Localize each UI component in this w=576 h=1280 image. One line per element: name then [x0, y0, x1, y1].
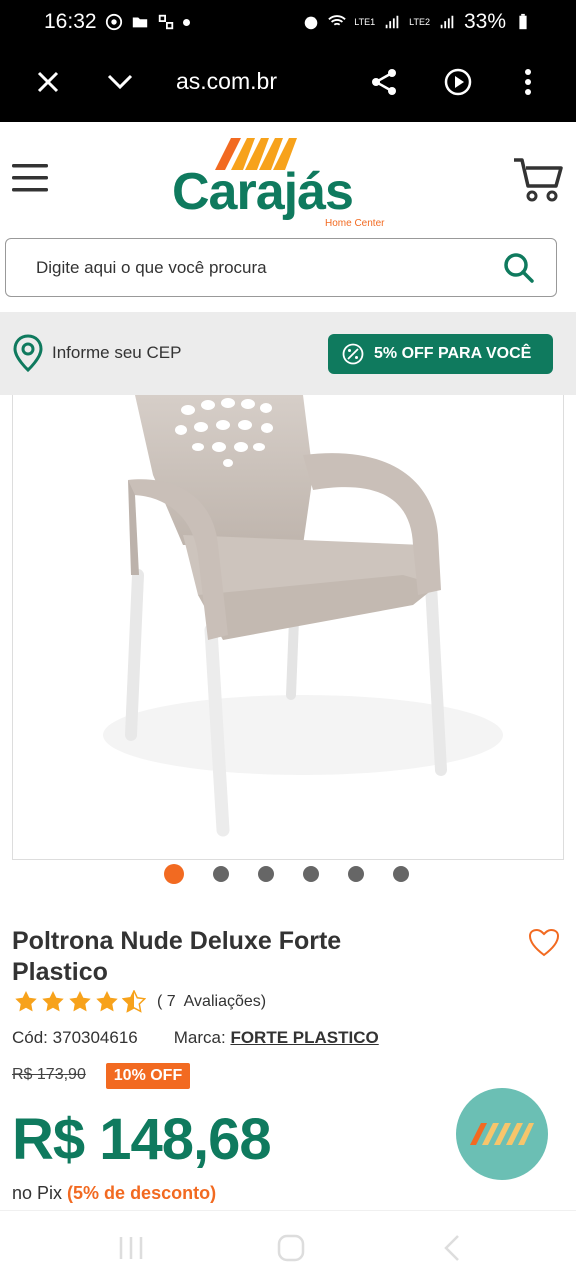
chevron-down-icon	[107, 74, 133, 90]
battery-icon	[519, 13, 527, 30]
search-box	[5, 238, 557, 297]
battery-percent: 33%	[463, 10, 506, 33]
brand-name: Carajás	[172, 163, 354, 221]
browser-toolbar: as.com.br	[0, 44, 576, 122]
carousel-dot-1[interactable]	[164, 864, 184, 884]
product-rating[interactable]: ( 7 Avaliações)	[14, 990, 266, 1014]
more-vert-icon	[525, 69, 531, 95]
carousel-dots	[164, 864, 438, 884]
recent-apps-icon[interactable]	[116, 1233, 146, 1263]
star-full-icon	[42, 991, 64, 1012]
discount-icon	[342, 343, 364, 365]
location-pin-icon	[13, 334, 43, 372]
cep-bar: Informe seu CEP 5% OFF PARA VOCÊ	[0, 312, 576, 395]
url-text[interactable]: as.com.br	[176, 68, 277, 95]
code-value: 370304616	[52, 1028, 138, 1047]
rating-label: Avaliações)	[183, 993, 267, 1010]
folder-icon	[132, 17, 147, 28]
pix-prefix: no Pix	[12, 1183, 63, 1203]
promo-label: 5% OFF PARA VOCÊ	[374, 345, 532, 362]
hamburger-menu-icon[interactable]	[12, 162, 50, 194]
brand-logo-mark-icon	[470, 1123, 534, 1145]
play-button[interactable]	[438, 62, 478, 102]
play-icon	[444, 68, 472, 96]
sim1-label: LTE1	[354, 17, 376, 27]
brand-label: Marca:	[173, 1028, 226, 1047]
back-icon[interactable]	[438, 1233, 468, 1263]
carousel-dot-2[interactable]	[213, 866, 229, 882]
cart-icon[interactable]	[512, 156, 564, 204]
menu-button[interactable]	[508, 62, 548, 102]
minimize-button[interactable]	[100, 62, 140, 102]
promo-badge[interactable]: 5% OFF PARA VOCÊ	[328, 334, 553, 374]
wifi-icon	[328, 15, 347, 26]
star-full-icon	[15, 991, 37, 1012]
search-icon[interactable]	[502, 251, 536, 285]
product-meta: Cód: 370304616 Marca: FORTE PLASTICO	[12, 1028, 379, 1048]
home-icon[interactable]	[276, 1233, 306, 1263]
sim2-label: LTE2	[409, 17, 430, 27]
carousel-dot-4[interactable]	[303, 866, 319, 882]
alarm-icon	[304, 16, 318, 30]
cep-button[interactable]: Informe seu CEP	[12, 334, 181, 372]
star-half-icon	[122, 990, 146, 1013]
product-code: Cód: 370304616	[12, 1028, 138, 1048]
discount-badge: 10% OFF	[106, 1063, 190, 1089]
carousel-dot-5[interactable]	[348, 866, 364, 882]
close-tab-button[interactable]	[28, 62, 68, 102]
star-full-icon	[96, 991, 118, 1012]
brand-logo[interactable]: Carajás Home Center	[170, 134, 400, 234]
carousel-dot-6[interactable]	[393, 866, 409, 882]
brand-subtitle: Home Center	[325, 218, 385, 229]
old-price: R$ 173,90	[12, 1066, 86, 1083]
pix-discount: (5% de desconto)	[67, 1183, 217, 1203]
pix-info: no Pix (5% de desconto)	[12, 1183, 216, 1204]
share-button[interactable]	[364, 62, 404, 102]
notification-dot-icon	[182, 18, 190, 26]
site-header: Carajás Home Center	[0, 122, 576, 237]
rating-count: ( 7	[157, 993, 176, 1010]
code-label: Cód:	[12, 1028, 48, 1047]
system-nav-bar	[0, 1210, 576, 1280]
status-bar: 16:32 LTE1 LTE2 33%	[0, 0, 576, 44]
floating-action-button[interactable]	[456, 1088, 548, 1180]
brand-link[interactable]: FORTE PLASTICO	[230, 1028, 378, 1047]
cep-label: Informe seu CEP	[52, 343, 182, 362]
product-image-chair	[103, 395, 503, 837]
current-price: R$ 148,68	[12, 1107, 272, 1172]
favorite-heart-icon[interactable]	[528, 928, 560, 958]
product-brand: Marca: FORTE PLASTICO	[174, 1028, 379, 1048]
whatsapp-icon	[105, 13, 122, 31]
star-full-icon	[69, 991, 91, 1012]
close-icon	[37, 71, 59, 93]
share-icon	[372, 69, 396, 95]
carousel-dot-3[interactable]	[258, 866, 274, 882]
product-title: Poltrona Nude Deluxe Forte Plastico	[12, 927, 342, 986]
search-input[interactable]	[36, 257, 476, 278]
signal-icon-2	[440, 15, 454, 29]
signal-icon	[385, 15, 399, 29]
status-time: 16:32	[44, 10, 97, 33]
product-image-container[interactable]	[12, 395, 564, 860]
vpn-key-icon	[158, 14, 173, 30]
